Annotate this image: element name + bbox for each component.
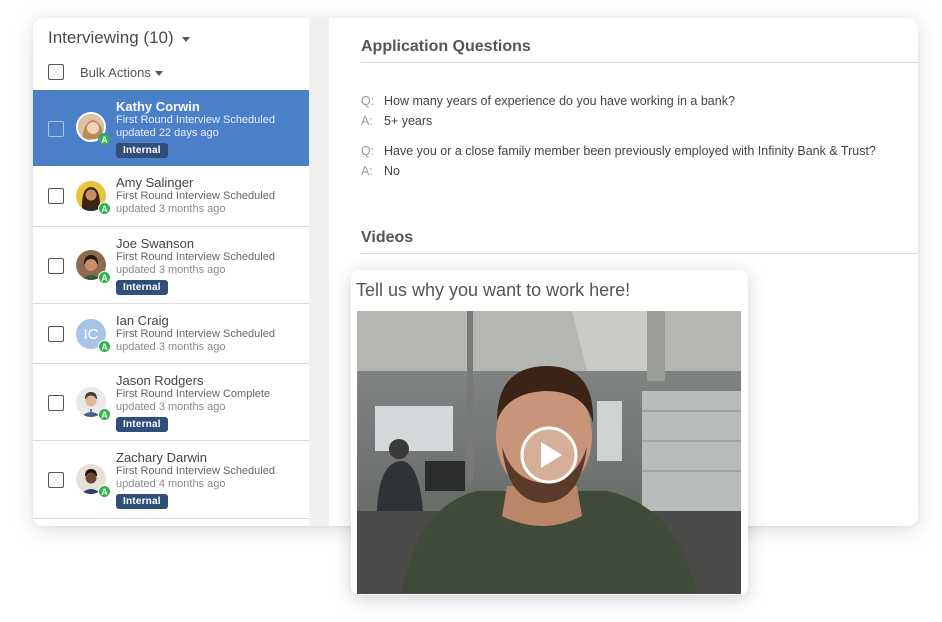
candidate-checkbox[interactable] <box>48 472 64 488</box>
question-1: Q: How many years of experience do you h… <box>361 94 735 108</box>
candidate-name: Kathy Corwin <box>116 99 200 114</box>
answer-prefix: A: <box>361 114 373 128</box>
caret-down-icon <box>181 36 190 42</box>
candidate-name: Zachary Darwin <box>116 450 208 465</box>
avatar: A <box>76 181 111 215</box>
answer-2: A: No <box>361 164 400 178</box>
candidate-status: First Round Interview Scheduled <box>116 114 275 126</box>
avatar: A <box>76 464 111 498</box>
video-prompt: Tell us why you want to work here! <box>356 280 631 300</box>
candidate-checkbox[interactable] <box>48 258 64 274</box>
video-thumbnail <box>357 311 741 594</box>
application-questions-heading: Application Questions <box>361 38 531 55</box>
candidate-row[interactable]: A Jason Rodgers First Round Interview Co… <box>33 364 309 441</box>
assessment-badge: A <box>98 202 111 215</box>
panel-divider <box>309 18 329 526</box>
question-prefix: Q: <box>361 94 375 108</box>
candidate-status: First Round Interview Scheduled <box>116 465 275 477</box>
candidate-row[interactable]: A Kathy Corwin First Round Interview Sch… <box>33 90 309 166</box>
stage-filter-label: Interviewing (10) <box>48 28 174 47</box>
videos-heading: Videos <box>361 229 414 246</box>
assessment-badge: A <box>98 485 111 498</box>
answer-1: A: 5+ years <box>361 114 432 128</box>
candidate-checkbox[interactable] <box>48 395 64 411</box>
video-player[interactable] <box>357 311 741 594</box>
internal-tag: Internal <box>116 280 168 295</box>
candidate-updated: updated 3 months ago <box>116 401 226 413</box>
candidate-checkbox[interactable] <box>48 188 64 204</box>
stage-filter-dropdown[interactable]: Interviewing (10) <box>48 28 190 48</box>
question-prefix: Q: <box>361 144 375 158</box>
avatar: A <box>76 250 111 284</box>
candidate-row[interactable]: A Zachary Darwin First Round Interview S… <box>33 441 309 519</box>
assessment-badge: A <box>98 340 111 353</box>
select-all-checkbox[interactable] <box>48 64 64 80</box>
assessment-badge: A <box>98 133 111 146</box>
candidate-checkbox[interactable] <box>48 121 64 137</box>
avatar-initials: IC <box>83 325 99 343</box>
candidate-row[interactable]: A Joe Swanson First Round Interview Sche… <box>33 227 309 304</box>
candidate-row[interactable]: IC A Ian Craig First Round Interview Sch… <box>33 304 309 364</box>
bulk-actions-label: Bulk Actions <box>80 64 151 80</box>
candidate-status: First Round Interview Scheduled <box>116 328 275 340</box>
candidate-sidebar: Interviewing (10) Bulk Actions A Kathy C… <box>33 18 309 526</box>
candidate-updated: updated 22 days ago <box>116 127 219 139</box>
section-divider <box>361 253 918 254</box>
candidate-row[interactable]: A Amy Salinger First Round Interview Sch… <box>33 166 309 227</box>
answer-text: No <box>384 164 400 178</box>
candidate-name: Ian Craig <box>116 313 169 328</box>
avatar: A <box>76 387 111 421</box>
candidate-name: Joe Swanson <box>116 236 195 251</box>
question-text: Have you or a close family member been p… <box>384 144 876 158</box>
question-2: Q: Have you or a close family member bee… <box>361 144 876 158</box>
internal-tag: Internal <box>116 143 168 158</box>
answer-prefix: A: <box>361 164 373 178</box>
bulk-actions-dropdown[interactable]: Bulk Actions <box>80 65 163 80</box>
internal-tag: Internal <box>116 417 168 432</box>
candidate-status: First Round Interview Complete <box>116 388 271 400</box>
candidate-updated: updated 4 months ago <box>116 478 226 490</box>
candidate-list: A Kathy Corwin First Round Interview Sch… <box>33 90 309 519</box>
assessment-badge: A <box>98 408 111 421</box>
candidate-status: First Round Interview Scheduled <box>116 251 275 263</box>
candidate-name: Jason Rodgers <box>116 373 204 388</box>
candidate-name: Amy Salinger <box>116 175 194 190</box>
section-divider <box>361 62 918 63</box>
bulk-actions-row: Bulk Actions <box>48 64 163 80</box>
internal-tag: Internal <box>116 494 168 509</box>
candidate-updated: updated 3 months ago <box>116 341 226 353</box>
candidate-updated: updated 3 months ago <box>116 264 226 276</box>
play-icon[interactable] <box>520 426 578 484</box>
caret-down-icon <box>154 70 163 76</box>
candidate-checkbox[interactable] <box>48 326 64 342</box>
assessment-badge: A <box>98 271 111 284</box>
avatar: A <box>76 112 111 146</box>
candidate-status: First Round Interview Scheduled <box>116 190 275 202</box>
question-text: How many years of experience do you have… <box>384 94 735 108</box>
avatar: IC A <box>76 319 111 353</box>
answer-text: 5+ years <box>384 114 433 128</box>
video-card: Tell us why you want to work here! <box>351 270 748 595</box>
candidate-updated: updated 3 months ago <box>116 203 226 215</box>
